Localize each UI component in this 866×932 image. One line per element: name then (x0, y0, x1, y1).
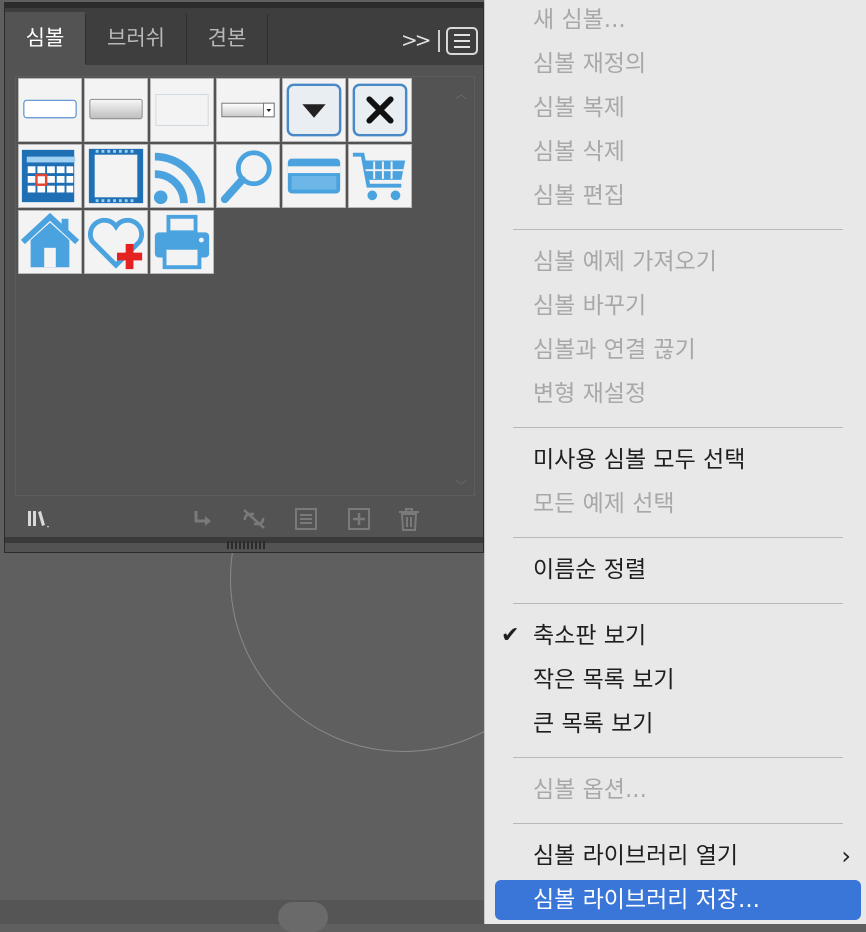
tab-divider (267, 14, 268, 64)
symbol-calendar[interactable] (18, 144, 82, 208)
symbol-shopping-cart[interactable] (348, 144, 412, 208)
menu-item-large-list-view[interactable]: 큰 목록 보기 (495, 704, 861, 744)
place-symbol-icon[interactable] (189, 506, 215, 532)
checkmark-icon: ✔ (501, 623, 520, 648)
menu-separator (513, 603, 843, 604)
submenu-arrow-icon: › (841, 842, 851, 870)
break-link-icon[interactable] (241, 506, 267, 532)
tab-symbols[interactable]: 심볼 (5, 12, 85, 65)
scroll-up-icon[interactable]: ︿ (455, 85, 467, 102)
panel-flyout-menu: 새 심볼... 심볼 재정의 심볼 복제 심볼 삭제 심볼 편집 심볼 예제 가… (484, 0, 866, 924)
panel-menu-button[interactable] (446, 27, 478, 55)
menu-separator (438, 30, 440, 52)
symbol-rss[interactable] (150, 144, 214, 208)
menu-item-thumbnail-view[interactable]: ✔ 축소판 보기 (495, 616, 861, 656)
menu-item-symbol-options[interactable]: 심볼 옵션... (495, 770, 861, 810)
panel-tab-bar: 심볼 브러쉬 견본 >> (5, 3, 483, 65)
menu-item-label: 심볼 라이브러리 열기 (533, 843, 739, 869)
tab-brushes[interactable]: 브러쉬 (86, 12, 186, 65)
symbol-magnifier[interactable] (216, 144, 280, 208)
symbol-close-x[interactable] (348, 78, 412, 142)
menu-item-place-instance[interactable]: 심볼 예제 가져오기 (495, 242, 861, 282)
menu-item-replace-symbol[interactable]: 심볼 바꾸기 (495, 286, 861, 326)
symbol-button-gradient[interactable] (84, 78, 148, 142)
tab-swatches[interactable]: 견본 (187, 12, 267, 65)
menu-item-break-link[interactable]: 심볼과 연결 끊기 (495, 330, 861, 370)
symbol-heart-plus[interactable] (84, 210, 148, 274)
menu-item-select-unused[interactable]: 미사용 심볼 모두 선택 (495, 440, 861, 480)
symbol-options-icon[interactable] (293, 506, 319, 532)
menu-item-duplicate-symbol[interactable]: 심볼 복제 (495, 88, 861, 128)
symbol-button-flat[interactable] (18, 78, 82, 142)
menu-separator (513, 757, 843, 758)
menu-item-redefine-symbol[interactable]: 심볼 재정의 (495, 44, 861, 84)
panel-footer (5, 500, 483, 538)
symbol-home[interactable] (18, 210, 82, 274)
menu-item-small-list-view[interactable]: 작은 목록 보기 (495, 660, 861, 700)
menu-item-save-symbol-library[interactable]: 심볼 라이브러리 저장... (495, 880, 861, 920)
menu-item-sort-by-name[interactable]: 이름순 정렬 (495, 550, 861, 590)
resize-grip-icon[interactable] (227, 541, 267, 549)
menu-separator (513, 229, 843, 230)
symbol-credit-card[interactable] (282, 144, 346, 208)
menu-item-open-symbol-library[interactable]: 심볼 라이브러리 열기 › (495, 836, 861, 876)
menu-separator (513, 537, 843, 538)
menu-item-delete-symbol[interactable]: 심볼 삭제 (495, 132, 861, 172)
symbols-panel: 심볼 브러쉬 견본 >> ︿ ﹀ (4, 2, 484, 553)
menu-item-edit-symbol[interactable]: 심볼 편집 (495, 176, 861, 216)
scroll-down-icon[interactable]: ﹀ (455, 477, 467, 494)
collapse-panels-icon[interactable]: >> (401, 28, 431, 52)
scroll-handle[interactable] (278, 902, 328, 932)
menu-item-select-all-instances[interactable]: 모든 예제 선택 (495, 484, 861, 524)
symbol-libraries-icon[interactable] (25, 506, 51, 532)
menu-separator (513, 427, 843, 428)
symbol-printer[interactable] (150, 210, 214, 274)
menu-separator (513, 823, 843, 824)
symbol-dropdown-field[interactable] (216, 78, 280, 142)
menu-item-new-symbol[interactable]: 새 심볼... (495, 0, 861, 40)
menu-item-reset-transform[interactable]: 변형 재설정 (495, 374, 861, 414)
menu-item-label: 축소판 보기 (533, 623, 647, 649)
delete-icon[interactable] (396, 506, 422, 532)
symbol-film-frame[interactable] (84, 144, 148, 208)
symbol-button-blank[interactable] (150, 78, 214, 142)
new-symbol-icon[interactable] (346, 506, 372, 532)
symbol-dropdown-arrow[interactable] (282, 78, 346, 142)
